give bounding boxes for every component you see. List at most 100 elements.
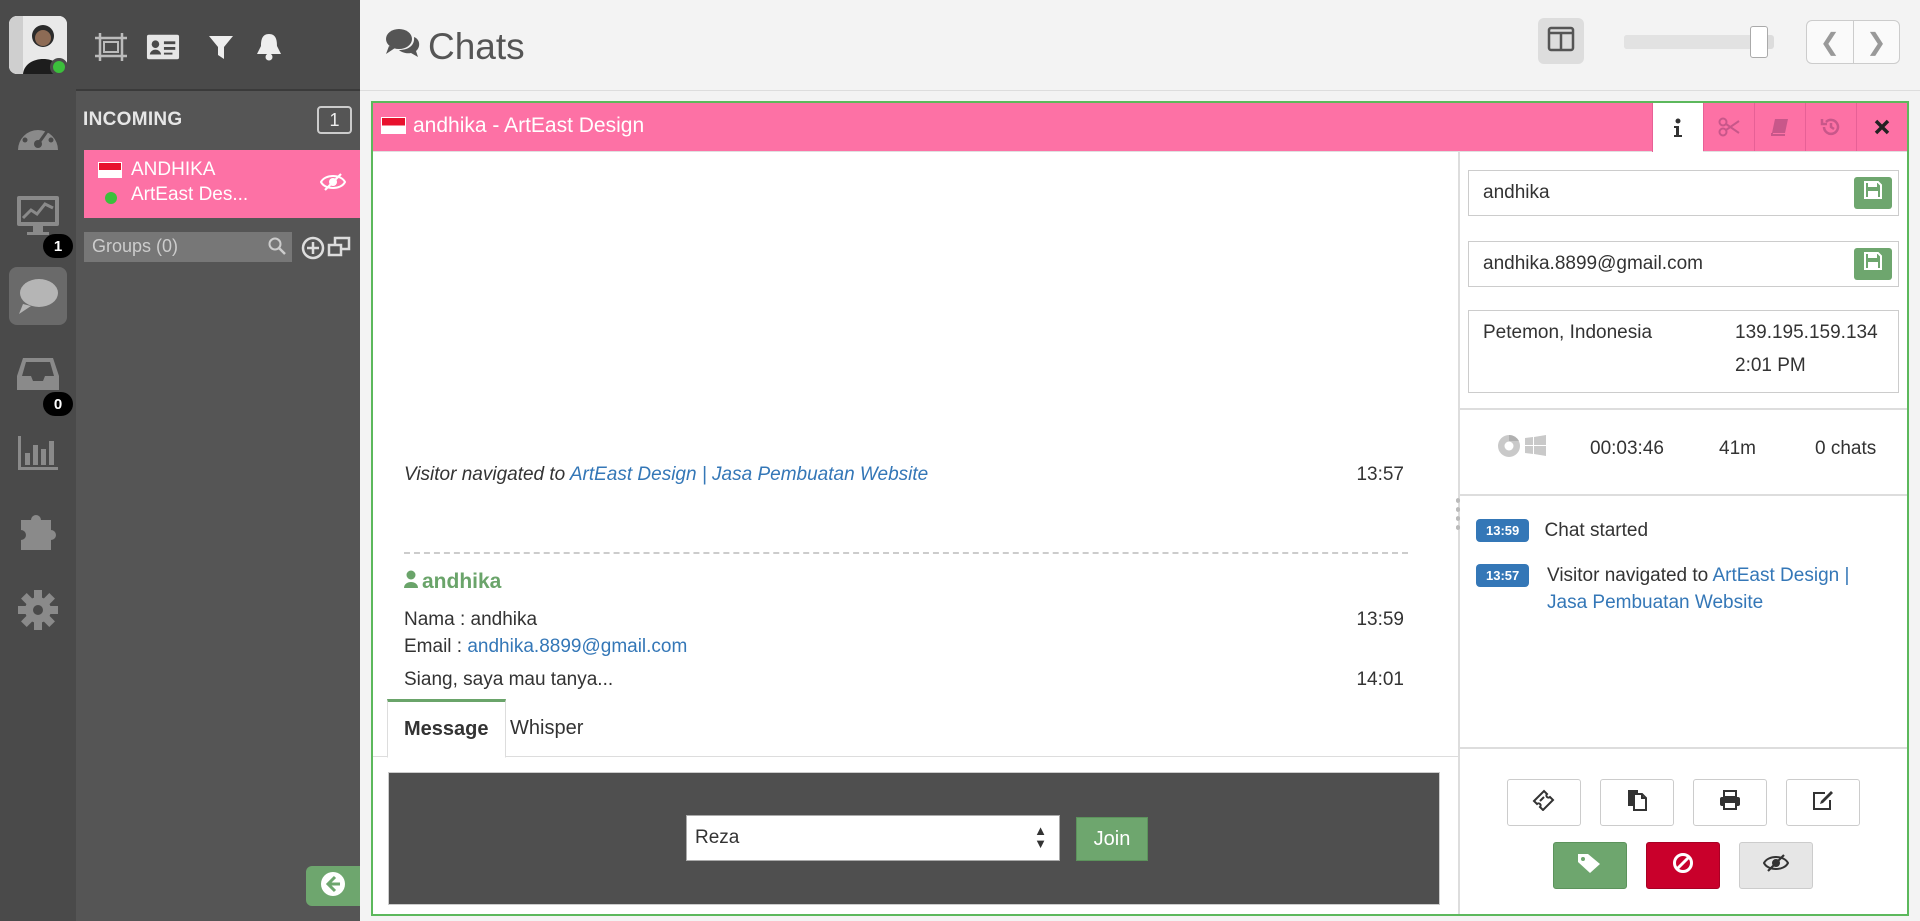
layout-toggle-button[interactable] [1538, 18, 1584, 64]
timeline-item: 13:57 Visitor navigated to ArtEast Desig… [1476, 562, 1896, 616]
main-header: Chats ❮ ❯ [360, 0, 1920, 91]
extensions-puzzle-icon[interactable] [9, 503, 67, 561]
incoming-chat-item[interactable]: ANDHIKA ArtEast Des... [84, 150, 360, 218]
info-icon[interactable] [1652, 103, 1703, 152]
composer-tabs: Message Whisper [373, 699, 1458, 758]
copy-icon [1626, 788, 1648, 817]
timeline-link[interactable]: Jasa Pembuatan Website [1547, 592, 1763, 613]
edit-icon [1811, 789, 1835, 816]
save-name-button[interactable] [1854, 177, 1892, 209]
comments-icon [384, 26, 422, 68]
page-title: Chats [384, 26, 525, 68]
copy-button[interactable] [1600, 779, 1674, 826]
timeline-prefix: Visitor navigated to [1547, 565, 1709, 586]
indonesia-flag-icon [98, 162, 122, 178]
chats-icon[interactable] [9, 267, 67, 325]
email-link[interactable]: andhika.8899@gmail.com [467, 636, 687, 657]
user-icon [404, 570, 418, 594]
eye-slash-icon[interactable] [319, 172, 347, 197]
nama-text: Nama : andhika [404, 609, 538, 630]
notification-bell-icon[interactable] [252, 30, 286, 64]
operator-select-value: Reza [695, 827, 740, 848]
timeline-text: Visitor navigated to ArtEast Design | Ja… [1547, 562, 1896, 616]
zoom-slider[interactable] [1624, 26, 1774, 58]
message-list: Visitor navigated to ArtEast Design | Ja… [373, 152, 1458, 697]
eye-slash-icon [1762, 853, 1790, 878]
edit-button[interactable] [1786, 779, 1860, 826]
add-group-icon[interactable] [301, 236, 325, 265]
chat-header-actions [1652, 103, 1907, 152]
tags-button[interactable] [1553, 842, 1627, 889]
search-icon [268, 237, 286, 260]
tab-whisper[interactable]: Whisper [494, 699, 599, 758]
join-button[interactable]: Join [1076, 817, 1148, 861]
chat-tab-header: andhika - ArtEast Design [373, 103, 1907, 152]
navigated-link[interactable]: ArtEast Design | Jasa Pembuatan Website [570, 464, 928, 485]
side-toolbar [76, 0, 360, 91]
history-icon[interactable] [1805, 103, 1856, 151]
last-message-text: Siang, saya mau tanya... [404, 669, 614, 690]
chevron-right-icon[interactable]: ❯ [1854, 21, 1900, 63]
tab-message[interactable]: Message [387, 699, 506, 758]
close-icon[interactable] [1856, 103, 1907, 151]
operator-select[interactable]: Reza ▲ ▼ [686, 815, 1060, 861]
visitor-email-field[interactable]: andhika.8899@gmail.com [1468, 241, 1899, 287]
resize-handle[interactable] [1454, 496, 1462, 532]
chat-item-name: ANDHIKA [131, 159, 216, 180]
timeline-time: 13:57 [1476, 564, 1530, 587]
chat-title: andhika - ArtEast Design [413, 114, 645, 137]
filter-icon[interactable] [204, 30, 238, 64]
message-time: 13:59 [1356, 609, 1404, 630]
visitor-name-field[interactable]: andhika [1468, 170, 1899, 216]
contact-card-icon[interactable] [146, 30, 180, 64]
timeline-link[interactable]: ArtEast Design | [1712, 565, 1849, 586]
block-visitor-button[interactable] [1646, 842, 1720, 889]
indonesia-flag-icon [381, 117, 406, 134]
statistics-icon[interactable] [9, 424, 67, 482]
zoom-slider-thumb[interactable] [1750, 26, 1768, 58]
join-panel: Reza ▲ ▼ Join [388, 772, 1440, 905]
settings-gear-icon[interactable] [9, 581, 67, 639]
chevron-left-icon[interactable]: ❮ [1807, 21, 1854, 63]
groups-search-input[interactable]: Groups (0) [84, 232, 292, 262]
chat-list-column: INCOMING 1 ANDHIKA ArtEast Des... Groups… [76, 0, 360, 921]
floppy-disk-icon [1864, 252, 1882, 276]
info-divider [1460, 494, 1907, 496]
visitor-name-value: andhika [1483, 182, 1550, 203]
print-button[interactable] [1693, 779, 1767, 826]
scissors-icon[interactable] [1703, 103, 1754, 151]
icon-rail: 1 0 [0, 0, 76, 921]
book-icon[interactable] [1754, 103, 1805, 151]
visitor-ip: 139.195.159.134 [1735, 322, 1878, 343]
window-restore-icon[interactable] [327, 236, 351, 263]
email-prefix: Email : [404, 636, 463, 657]
message-nama: Nama : andhika 13:59 [404, 609, 1404, 631]
floppy-disk-icon [1864, 181, 1882, 205]
navigated-prefix: Visitor navigated to [404, 464, 566, 485]
timeline-text: Chat started [1544, 519, 1649, 541]
monitor-badge: 1 [43, 234, 73, 258]
visitor-location: Petemon, Indonesia [1483, 322, 1653, 343]
hide-chat-button[interactable] [1739, 842, 1813, 889]
message-text: Siang, saya mau tanya... 14:01 [404, 669, 1404, 691]
dashboard-icon[interactable] [9, 107, 67, 165]
ticket-button[interactable] [1507, 779, 1581, 826]
screen-capture-icon[interactable] [94, 30, 128, 64]
timeline-item: 13:59 Chat started [1476, 519, 1648, 542]
save-email-button[interactable] [1854, 248, 1892, 280]
info-divider [1460, 408, 1907, 410]
columns-icon [1547, 26, 1575, 57]
timeline-time: 13:59 [1476, 519, 1530, 542]
online-dot [105, 192, 117, 204]
incoming-heading: INCOMING [83, 109, 183, 130]
info-divider [1460, 747, 1907, 749]
chat-duration: 00:03:46 [1590, 438, 1664, 459]
author-name: andhika [422, 570, 502, 593]
message-author: andhika [404, 570, 501, 594]
collapse-sidebar-button[interactable] [306, 866, 360, 906]
groups-placeholder: Groups (0) [92, 236, 179, 256]
message-time: 13:57 [1356, 464, 1404, 485]
message-time: 14:01 [1356, 669, 1404, 690]
system-message: Visitor navigated to ArtEast Design | Ja… [404, 464, 1404, 486]
online-status-dot [50, 58, 68, 76]
